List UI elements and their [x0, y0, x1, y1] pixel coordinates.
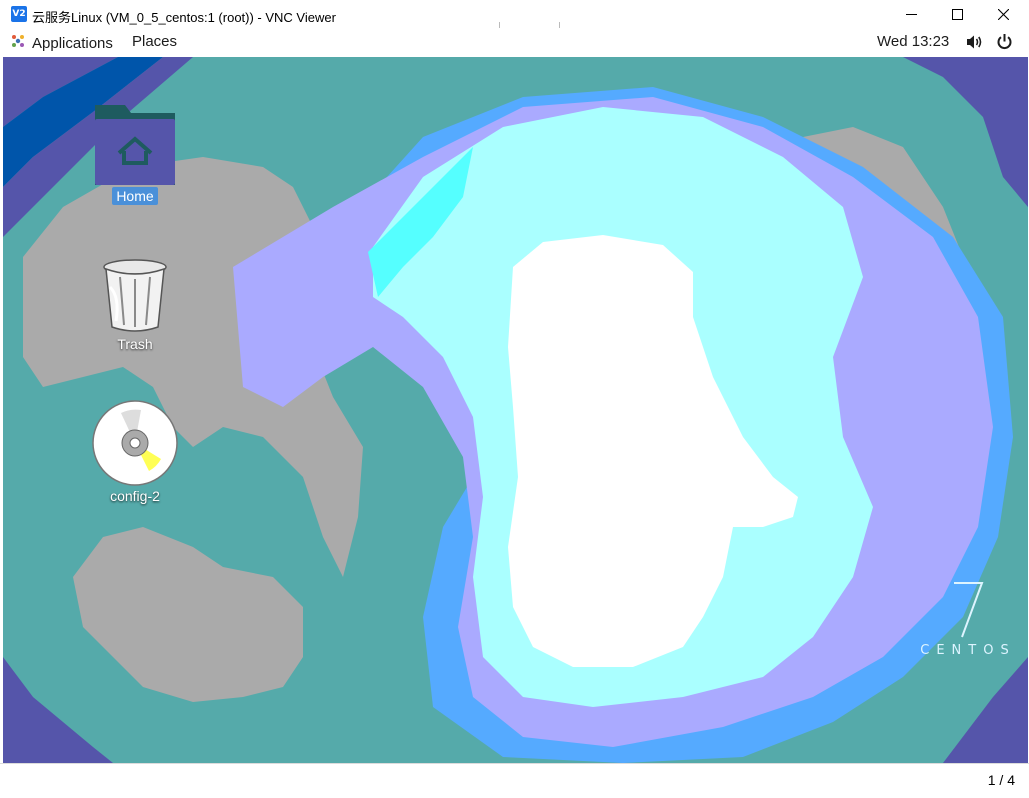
maximize-icon	[951, 8, 963, 20]
trash-icon	[90, 257, 180, 335]
centos-wordmark: CENTOS	[920, 643, 1016, 658]
optical-disc-icon	[90, 399, 180, 487]
status-strip: 1 / 4	[0, 763, 1029, 798]
window-titlebar: V2 云服务Linux (VM_0_5_centos:1 (root)) - V…	[0, 0, 1029, 31]
trash-label: Trash	[117, 336, 153, 352]
maximize-button[interactable]	[934, 0, 980, 28]
desktop[interactable]: Home Trash config-2 CENTOS	[3, 57, 1028, 763]
centos-seven-logo	[954, 582, 984, 638]
centos-brand: CENTOS	[913, 579, 1023, 658]
minimize-icon	[905, 9, 917, 20]
close-icon	[997, 8, 1009, 20]
clock[interactable]: Wed 13:23	[877, 33, 949, 50]
desktop-icon-trash[interactable]: Trash	[90, 257, 180, 354]
places-menu[interactable]: Places	[132, 33, 177, 50]
desktop-icon-config-2[interactable]: config-2	[90, 399, 180, 506]
home-folder-icon	[90, 101, 180, 187]
workspace-page-indicator[interactable]: 1 / 4	[988, 772, 1015, 788]
applications-menu[interactable]: Applications	[10, 33, 113, 53]
vnc-viewer-app-icon: V2	[11, 6, 27, 22]
window-title: 云服务Linux (VM_0_5_centos:1 (root)) - VNC …	[32, 10, 336, 25]
home-label: Home	[112, 187, 158, 205]
applications-label: Applications	[32, 34, 113, 52]
vnc-toolbar-handle[interactable]	[381, 0, 649, 31]
gnome-foot-icon	[10, 33, 26, 53]
volume-icon[interactable]	[966, 34, 983, 54]
desktop-icon-home[interactable]: Home	[90, 101, 180, 206]
gnome-top-bar: Applications Places Wed 13:23	[0, 28, 1029, 56]
minimize-button[interactable]	[888, 0, 934, 28]
close-button[interactable]	[980, 0, 1026, 28]
config-2-label: config-2	[110, 488, 160, 504]
power-icon[interactable]	[996, 33, 1013, 54]
